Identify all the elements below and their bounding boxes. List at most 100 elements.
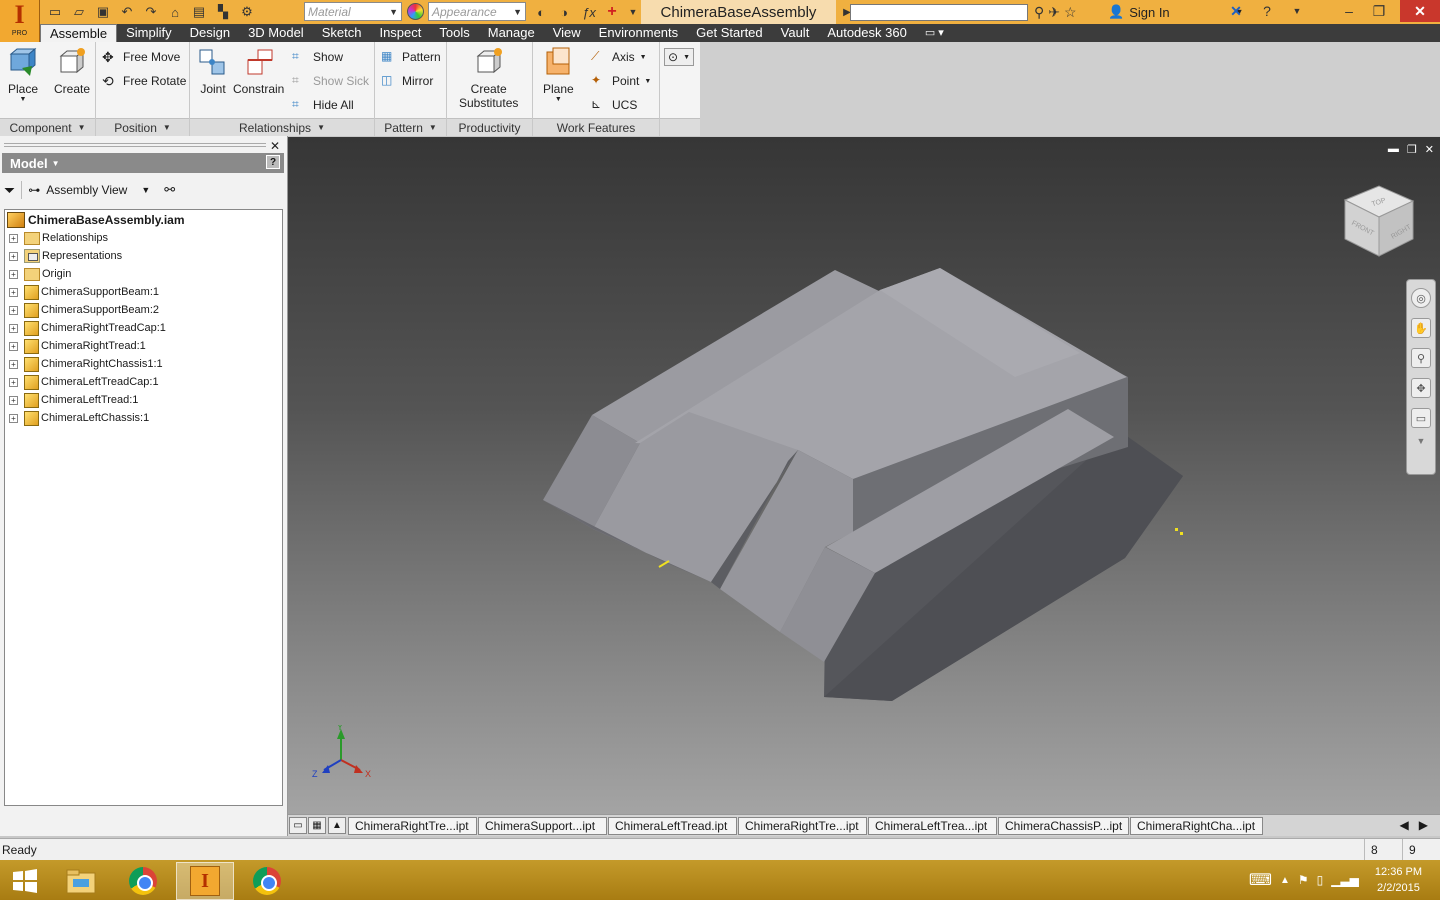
tab-get-started[interactable]: Get Started [687, 24, 771, 42]
minimize-icon[interactable]: – [1334, 0, 1364, 22]
tab-view[interactable]: View [544, 24, 590, 42]
point-button[interactable]: ✦ Point ▼ [591, 73, 651, 89]
appearance-dropdown[interactable]: Appearance ▼ [428, 2, 526, 21]
tab-vault[interactable]: Vault [772, 24, 819, 42]
tree-node[interactable]: + ChimeraLeftChassis:1 [5, 409, 149, 427]
place-button[interactable]: Place ▼ [8, 46, 38, 103]
tab-manage[interactable]: Manage [479, 24, 544, 42]
tab-assemble[interactable]: Assemble [40, 24, 118, 43]
panel-component-footer[interactable]: Component ▼ [0, 118, 95, 136]
panel-productivity-footer[interactable]: Productivity [447, 118, 532, 136]
mirror-button[interactable]: ◫ Mirror [381, 73, 433, 89]
print-icon[interactable]: ▤ [188, 2, 210, 22]
undo-icon[interactable]: ↶ [116, 2, 138, 22]
taskbar-file-explorer[interactable] [52, 862, 110, 900]
doc-tab[interactable]: ChimeraRightCha...ipt [1130, 817, 1263, 835]
clock[interactable]: 12:36 PM 2/2/2015 [1375, 864, 1422, 896]
binoculars-icon[interactable]: ⚯ [164, 182, 175, 198]
tree-node[interactable]: + ChimeraSupportBeam:1 [5, 283, 159, 301]
select-icon[interactable]: ▚ [212, 2, 234, 22]
update-icon[interactable]: ⚙ [236, 2, 258, 22]
tab-tools[interactable]: Tools [430, 24, 478, 42]
show-sick-button[interactable]: ⌗ Show Sick [292, 73, 369, 89]
fx-icon[interactable]: ƒx [578, 2, 600, 22]
open-documents-icon[interactable]: ▲ [328, 817, 346, 834]
tree-node[interactable]: + Origin [5, 265, 71, 283]
tree-root[interactable]: ChimeraBaseAssembly.iam [5, 211, 185, 229]
help-icon[interactable]: ? [266, 155, 280, 169]
expand-icon[interactable]: + [9, 341, 18, 351]
adjust-icon[interactable]: ◐ [530, 2, 552, 22]
expand-icon[interactable]: + [9, 251, 18, 261]
filter-icon[interactable]: ⏷ [4, 182, 15, 199]
look-at-icon[interactable]: ▭ [1411, 408, 1431, 428]
start-button[interactable] [0, 862, 50, 900]
star-icon[interactable]: ☆ [1064, 4, 1077, 21]
tab-sketch[interactable]: Sketch [313, 24, 371, 42]
grid-windows-icon[interactable]: ▦ [308, 817, 326, 834]
tile-windows-icon[interactable]: ▭ [289, 817, 307, 834]
home-icon[interactable]: ⌂ [164, 2, 186, 22]
assembly-model[interactable] [288, 137, 1440, 814]
expand-icon[interactable]: + [9, 395, 18, 405]
taskbar-inventor[interactable]: I [176, 862, 234, 900]
doc-tab[interactable]: ChimeraRightTre...ipt [738, 817, 867, 835]
tree-node[interactable]: + ChimeraLeftTread:1 [5, 391, 138, 409]
battery-icon[interactable]: ▯ [1317, 873, 1324, 887]
binoculars-icon[interactable]: ⚲ [1034, 4, 1044, 21]
tab-3d-model[interactable]: 3D Model [239, 24, 313, 42]
close-icon[interactable]: ✕ [270, 139, 280, 153]
create-button[interactable]: Create [54, 46, 90, 96]
expand-icon[interactable]: + [9, 377, 18, 387]
taskbar-chrome-2[interactable] [238, 862, 296, 900]
chevron-right-icon[interactable]: ▶ [1419, 818, 1428, 832]
expand-icon[interactable]: + [9, 413, 18, 423]
material-dropdown[interactable]: Material ▼ [304, 2, 402, 21]
browser-grip[interactable] [4, 143, 266, 147]
tree-node[interactable]: + Relationships [5, 229, 108, 247]
help-icon[interactable]: ? [1252, 0, 1282, 22]
doc-tab[interactable]: ChimeraChassisP...ipt [998, 817, 1129, 835]
tree-node[interactable]: + ChimeraRightTread:1 [5, 337, 146, 355]
flag-icon[interactable]: ⚑ [1298, 873, 1309, 887]
taskbar-chrome[interactable] [114, 862, 172, 900]
hide-all-button[interactable]: ⌗ Hide All [292, 97, 354, 113]
tree-node[interactable]: + ChimeraRightChassis1:1 [5, 355, 163, 373]
pattern-button[interactable]: ▦ Pattern [381, 49, 441, 65]
constrain-button[interactable]: Constrain [233, 46, 284, 96]
expand-icon[interactable]: + [9, 305, 18, 315]
orbit-icon[interactable]: ✥ [1411, 378, 1431, 398]
free-rotate-button[interactable]: ⟲ Free Rotate [102, 73, 186, 89]
doc-tab[interactable]: ChimeraRightTre...ipt [348, 817, 477, 835]
panel-relationships-footer[interactable]: Relationships ▼ [190, 118, 374, 136]
tools-icon[interactable]: ✈ [1048, 4, 1060, 21]
expand-icon[interactable]: + [9, 323, 18, 333]
panel-position-footer[interactable]: Position ▼ [96, 118, 189, 136]
expand-icon[interactable]: + [9, 359, 18, 369]
plane-button[interactable]: Plane ▼ [543, 46, 574, 103]
tree-node[interactable]: + ChimeraRightTreadCap:1 [5, 319, 166, 337]
chevron-down-icon[interactable]: ▼ [1417, 437, 1426, 446]
steering-wheel-icon[interactable]: ◎ [1411, 288, 1431, 308]
chevron-down-icon[interactable]: ▼ [1282, 0, 1312, 22]
exchange-icon[interactable]: ✕ [1221, 0, 1251, 22]
open-icon[interactable]: ▱ [68, 2, 90, 22]
new-icon[interactable]: ▭ [44, 2, 66, 22]
doc-tab[interactable]: ChimeraLeftTrea...ipt [868, 817, 997, 835]
network-icon[interactable]: ▁▃▅ [1331, 873, 1359, 887]
app-menu-button[interactable]: I PRO [0, 0, 40, 42]
plus-icon[interactable]: + [601, 2, 623, 22]
tree-node[interactable]: + Representations [5, 247, 122, 265]
tree-node[interactable]: + ChimeraLeftTreadCap:1 [5, 373, 159, 391]
tab-environments[interactable]: Environments [590, 24, 687, 42]
axis-button[interactable]: ⟋ Axis ▼ [591, 49, 647, 65]
create-substitutes-button[interactable]: Create Substitutes [459, 46, 518, 110]
tree-node[interactable]: + ChimeraSupportBeam:2 [5, 301, 159, 319]
tab-simplify[interactable]: Simplify [117, 24, 181, 42]
chevron-left-icon[interactable]: ◀ [1400, 818, 1409, 832]
help-search-input[interactable] [850, 4, 1028, 21]
restore-icon[interactable]: ❐ [1364, 0, 1394, 22]
assembly-view-dropdown[interactable]: Assembly View [46, 183, 127, 197]
chevron-down-icon[interactable]: ▼ [141, 185, 150, 195]
show-hidden-icons[interactable]: ▲ [1280, 875, 1290, 886]
